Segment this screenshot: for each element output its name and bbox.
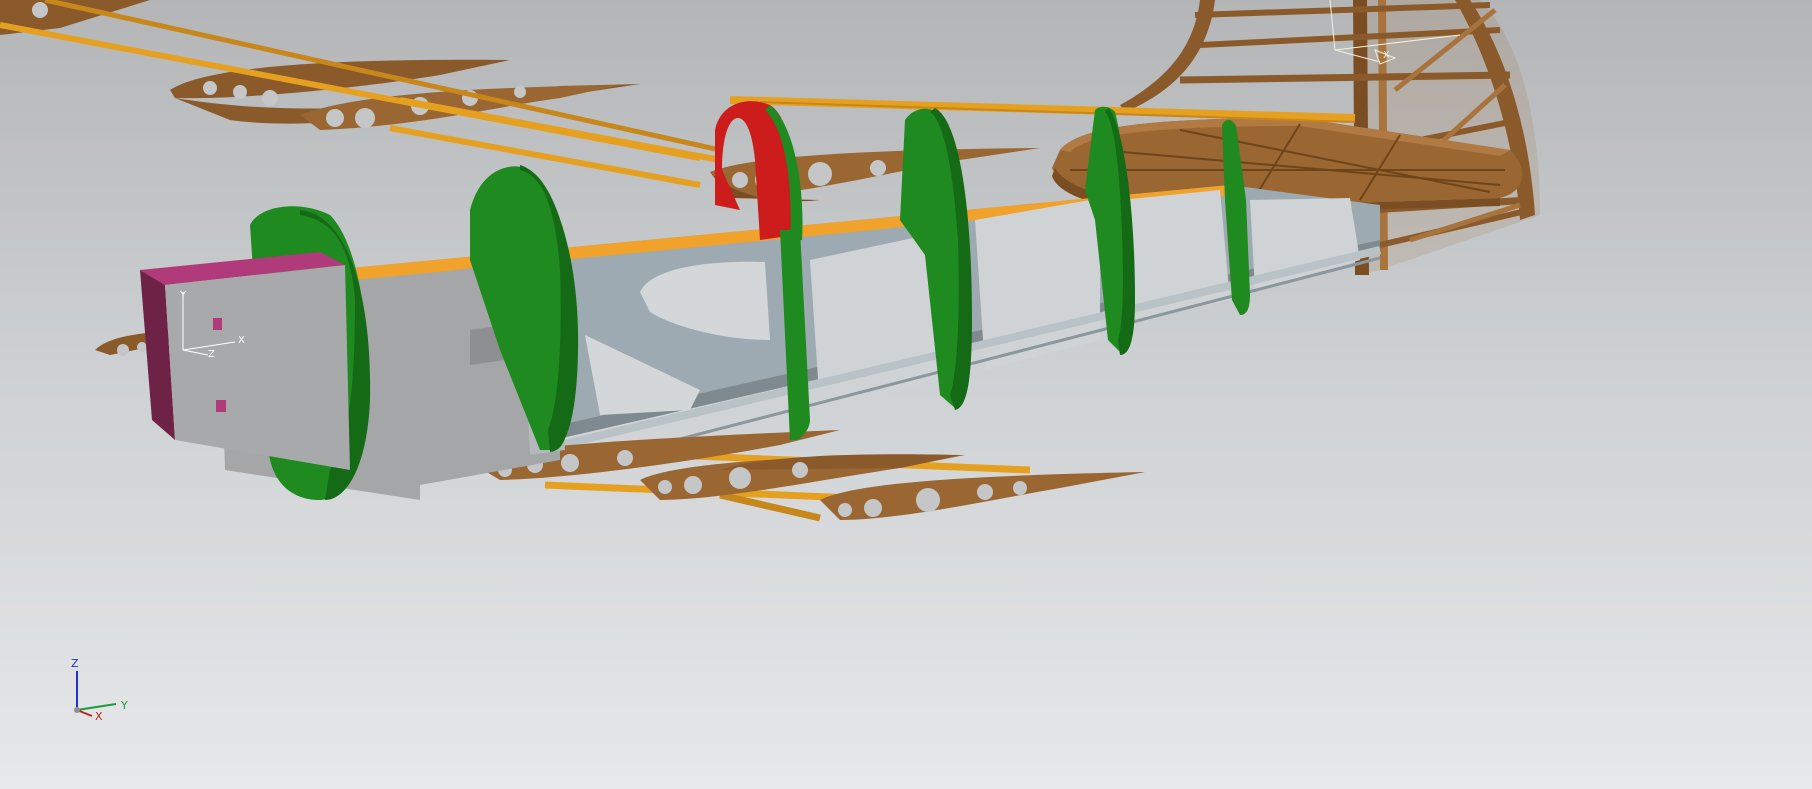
fuselage-model[interactable]: X Y X Z Z Y X	[0, 0, 1812, 789]
upper-stringers[interactable]	[729, 96, 1356, 123]
view-orientation-triad-icon[interactable]: Z Y X	[71, 657, 128, 723]
battery-box[interactable]	[140, 252, 350, 470]
tail-triad-label: X	[1383, 50, 1390, 61]
view-triad-y-label: Y	[120, 699, 128, 712]
part-triad-y-label: Y	[179, 290, 187, 301]
part-triad-x-label: X	[238, 335, 245, 346]
part-triad-z-label: Z	[208, 349, 215, 360]
upper-wing-rib-group[interactable]	[0, 0, 721, 188]
cad-viewport[interactable]: X Y X Z Z Y X	[0, 0, 1812, 789]
view-triad-z-label: Z	[71, 657, 79, 670]
view-triad-x-label: X	[95, 710, 103, 723]
